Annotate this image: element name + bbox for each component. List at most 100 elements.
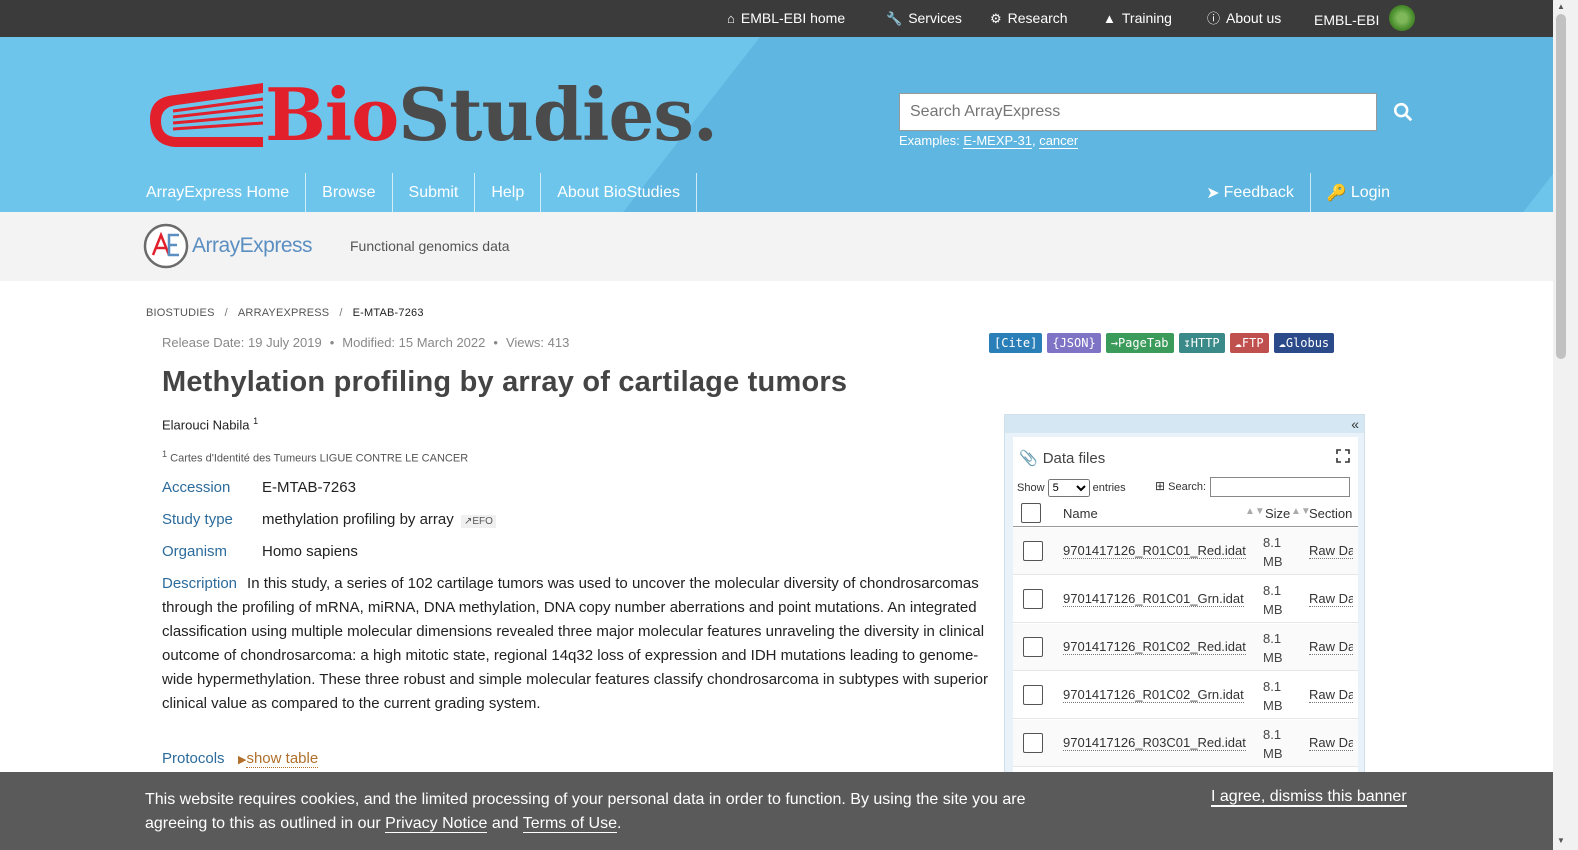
release-date: Release Date: 19 July 2019 [162,335,322,350]
file-name-link[interactable]: 9701417126_R01C02_Grn.idat [1063,687,1244,703]
study-meta: Release Date: 19 July 2019 • Modified: 15 … [162,335,570,350]
file-section-link[interactable]: Raw Data [1309,639,1353,655]
file-size: 8.1 MB [1263,727,1283,761]
modified-date: Modified: 15 March 2022 [342,335,486,350]
affiliation: 1 Cartes d'Identité des Tumeurs LIGUE CO… [162,449,469,465]
biostudies-logo[interactable]: BioStudies. [145,79,718,151]
file-size: 8.1 MB [1263,583,1283,617]
services-link[interactable]: 🔧 Services [886,10,962,26]
login-link[interactable]: 🔑 Login [1311,173,1406,212]
data-files-heading: 📎 Data files [1019,449,1106,468]
privacy-notice-link[interactable]: Privacy Notice [385,815,488,833]
book-logo-icon [150,83,264,147]
search-icon[interactable] [1392,101,1414,123]
file-size: 8.1 MB [1263,535,1283,569]
download-icon: ↧ [1183,336,1191,350]
nav-help[interactable]: Help [475,173,542,212]
table-search-input[interactable] [1210,477,1350,497]
file-name-link[interactable]: 9701417126_R01C02_Red.idat [1063,639,1246,655]
data-files-panel: « 📎 Data files Show 5 entries ⊞ Search: … [1004,414,1365,777]
file-name-link[interactable]: 9701417126_R01C01_Red.idat [1063,543,1246,559]
breadcrumb-current: E-MTAB-7263 [352,307,424,319]
nav-submit[interactable]: Submit [393,173,476,212]
masthead: BioStudies. Examples: E-MEXP-31, cancer … [0,37,1553,212]
file-section-link[interactable]: Raw Data [1309,735,1353,751]
breadcrumb-arrayexpress[interactable]: ARRAYEXPRESS [238,307,329,319]
http-button[interactable]: ↧ HTTP [1178,333,1225,353]
paperclip-icon: 📎 [1019,450,1038,467]
row-checkbox[interactable] [1023,589,1043,609]
select-all-checkbox[interactable] [1021,503,1041,523]
table-row: 9701417126_R01C02_Grn.idat 8.1 MB Raw Da… [1013,672,1358,719]
scroll-up-icon[interactable]: ▲ [1557,2,1565,11]
description-label: Description [162,575,238,592]
collection-header: ArrayExpress Functional genomics data [0,212,1553,281]
research-link[interactable]: ⚙ Research [990,10,1068,26]
table-row: 9701417126_R01C02_Red.idat 8.1 MB Raw Da… [1013,624,1358,671]
expand-icon[interactable] [1336,449,1350,463]
file-size: 8.1 MB [1263,679,1283,713]
wrench-icon: 🔧 [886,10,903,26]
scroll-down-icon[interactable]: ▼ [1557,836,1565,845]
plus-square-icon[interactable]: ⊞ [1155,479,1165,493]
ebi-home-link[interactable]: ⌂ EMBL-EBI home [727,10,845,26]
globus-button[interactable]: ☁ Globus [1273,333,1335,353]
cloud-icon: ☁ [1234,336,1242,350]
description: Description In this study, a series of 10… [162,572,997,716]
efo-link[interactable]: ↗EFO [460,515,496,528]
sort-icon[interactable]: ▲▼ [1291,506,1311,517]
entries-select[interactable]: 5 [1047,479,1090,497]
sort-icon[interactable]: ▲▼ [1245,506,1265,517]
nav-about-biostudies[interactable]: About BioStudies [541,173,697,212]
page-length-control: Show 5 entries [1017,479,1126,497]
column-header-section[interactable]: Section [1309,506,1352,521]
study-type-value: methylation profiling by array ↗EFO [262,511,496,528]
table-header: Name ▲▼ Size ▲▼ Section [1013,501,1358,527]
example-link-accession[interactable]: E-MEXP-31 [963,133,1032,149]
key-icon: 🔑 [1326,184,1347,202]
column-header-name[interactable]: Name [1063,506,1098,521]
show-protocols-toggle[interactable]: ▶show table [238,750,319,768]
feedback-link[interactable]: ➤ Feedback [1190,173,1311,212]
table-row: 9701417126_R03C01_Red.idat 8.1 MB Raw Da… [1013,720,1358,767]
author-affiliation-ref[interactable]: 1 [253,416,258,426]
nav-browse[interactable]: Browse [306,173,393,212]
row-checkbox[interactable] [1023,685,1043,705]
file-section-link[interactable]: Raw Data [1309,591,1353,607]
about-us-link[interactable]: ⓘ About us [1207,10,1281,26]
research-icon: ⚙ [990,10,1002,26]
json-button[interactable]: {JSON} [1047,333,1101,353]
scrollbar-thumb[interactable] [1556,14,1566,359]
logo-bio-text: Bio [265,72,399,157]
embl-ebi-brand-link[interactable]: EMBL-EBI [1314,5,1416,31]
terms-of-use-link[interactable]: Terms of Use [522,815,617,833]
row-checkbox[interactable] [1023,733,1043,753]
global-nav-bar: ⌂ EMBL-EBI home 🔧 Services ⚙ Research ▲ … [0,0,1553,37]
row-checkbox[interactable] [1023,541,1043,561]
ftp-button[interactable]: ☁ FTP [1229,333,1269,353]
column-header-size[interactable]: Size [1265,506,1290,521]
author-name[interactable]: Elarouci Nabila [162,417,249,432]
pagetab-button[interactable]: →PageTab [1105,333,1174,353]
main-nav: ArrayExpress Home Browse Submit Help Abo… [145,173,697,212]
file-size: 8.1 MB [1263,631,1283,665]
globus-icon: ☁ [1278,336,1286,350]
file-name-link[interactable]: 9701417126_R03C01_Red.idat [1063,735,1246,751]
cite-button[interactable]: [Cite] [989,333,1043,353]
arrayexpress-logo-icon[interactable] [143,223,189,269]
example-link-keyword[interactable]: cancer [1039,133,1079,149]
nav-arrayexpress-home[interactable]: ArrayExpress Home [145,173,307,212]
arrayexpress-wordmark[interactable]: ArrayExpress [192,234,313,258]
home-icon: ⌂ [727,10,735,26]
study-type-label: Study type [162,511,233,528]
embl-ebi-logo-icon [1389,5,1416,31]
file-section-link[interactable]: Raw Data [1309,687,1353,703]
row-checkbox[interactable] [1023,637,1043,657]
collapse-panel-icon[interactable]: « [1351,416,1359,432]
search-input[interactable] [899,93,1377,131]
breadcrumb-biostudies[interactable]: BIOSTUDIES [146,307,215,319]
training-link[interactable]: ▲ Training [1103,10,1172,26]
dismiss-cookie-banner-button[interactable]: I agree, dismiss this banner [1211,788,1407,807]
file-name-link[interactable]: 9701417126_R01C01_Grn.idat [1063,591,1244,607]
file-section-link[interactable]: Raw Data [1309,543,1353,559]
